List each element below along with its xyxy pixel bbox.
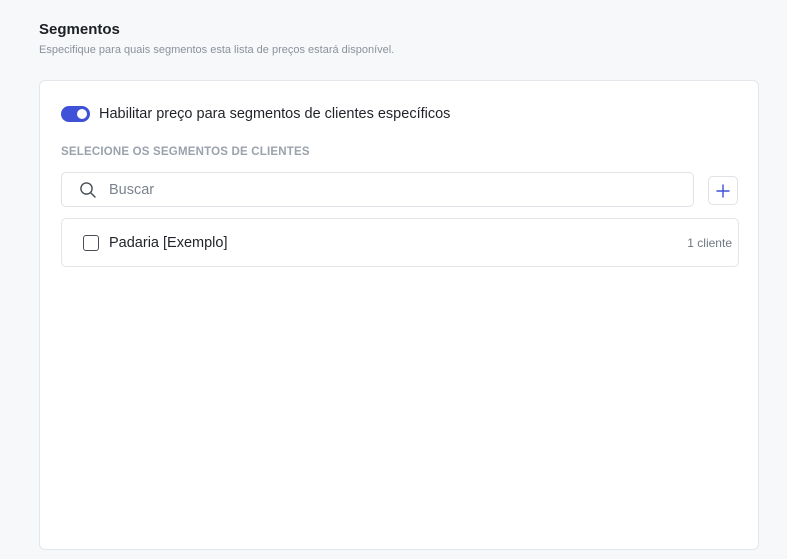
segment-pricing-toggle-label: Habilitar preço para segmentos de client… bbox=[99, 106, 451, 122]
segment-customer-count: 1 cliente bbox=[687, 235, 732, 250]
segment-label: Padaria [Exemplo] bbox=[109, 234, 228, 251]
search-icon bbox=[80, 181, 96, 198]
segment-pricing-toggle-row: Habilitar preço para segmentos de client… bbox=[61, 106, 450, 122]
list-item[interactable]: Padaria [Exemplo] 1 cliente bbox=[62, 219, 738, 266]
segment-list: Padaria [Exemplo] 1 cliente bbox=[61, 218, 739, 267]
plus-icon bbox=[716, 183, 730, 198]
segment-search-box bbox=[61, 172, 694, 207]
segments-card: Habilitar preço para segmentos de client… bbox=[39, 80, 759, 550]
segment-search-input[interactable] bbox=[109, 181, 669, 198]
segments-caption: SELECIONE OS SEGMENTOS DE CLIENTES bbox=[61, 146, 310, 158]
section-title: Segmentos bbox=[39, 21, 120, 38]
section-subtitle: Especifique para quais segmentos esta li… bbox=[39, 44, 395, 56]
segment-pricing-toggle[interactable] bbox=[61, 106, 90, 122]
segment-checkbox[interactable] bbox=[83, 234, 99, 251]
add-segment-button[interactable] bbox=[708, 176, 738, 205]
segments-section-header: Segmentos Especifique para quais segment… bbox=[39, 20, 394, 57]
toggle-knob bbox=[77, 109, 87, 119]
